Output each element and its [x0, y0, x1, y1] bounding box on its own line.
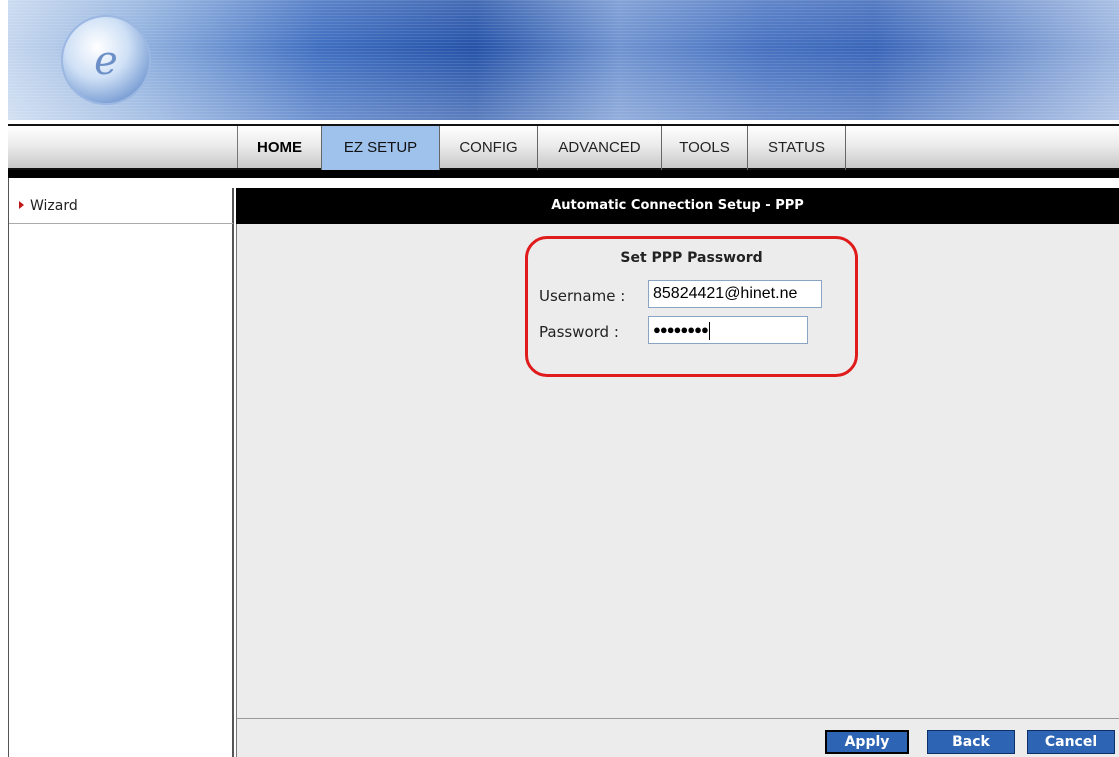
- nav-divider: [8, 170, 1119, 178]
- username-label: Username :: [539, 287, 626, 305]
- tab-advanced[interactable]: ADVANCED: [538, 126, 662, 170]
- password-input[interactable]: ●●●●●●●●: [648, 316, 808, 344]
- svg-text:e: e: [94, 38, 118, 84]
- cancel-button[interactable]: Cancel: [1027, 730, 1115, 754]
- sidebar-item-label: Wizard: [30, 198, 78, 214]
- text-caret: [708, 321, 710, 340]
- nav-under-strip: [8, 178, 1119, 188]
- password-label: Password :: [539, 323, 619, 341]
- e-globe-logo-icon: e: [61, 15, 151, 105]
- username-input[interactable]: 85824421@hinet.ne: [648, 280, 822, 308]
- sidebar: Wizard: [8, 188, 234, 757]
- tab-config[interactable]: CONFIG: [440, 126, 538, 170]
- password-value: ●●●●●●●●: [653, 322, 709, 337]
- red-triangle-arrow-icon: [19, 201, 24, 209]
- nav-spacer: [8, 126, 238, 168]
- page-title: Automatic Connection Setup - PPP: [236, 188, 1119, 224]
- header-banner-sheen: [8, 0, 1119, 120]
- back-button[interactable]: Back: [927, 730, 1015, 754]
- tab-ez-setup[interactable]: EZ SETUP: [322, 126, 440, 170]
- form-heading: Set PPP Password: [620, 250, 763, 266]
- apply-button[interactable]: Apply: [825, 730, 909, 754]
- tab-tools[interactable]: TOOLS: [662, 126, 748, 170]
- sidebar-item-wizard[interactable]: Wizard: [9, 188, 233, 224]
- tab-status[interactable]: STATUS: [748, 126, 846, 170]
- tab-home[interactable]: HOME: [238, 126, 322, 170]
